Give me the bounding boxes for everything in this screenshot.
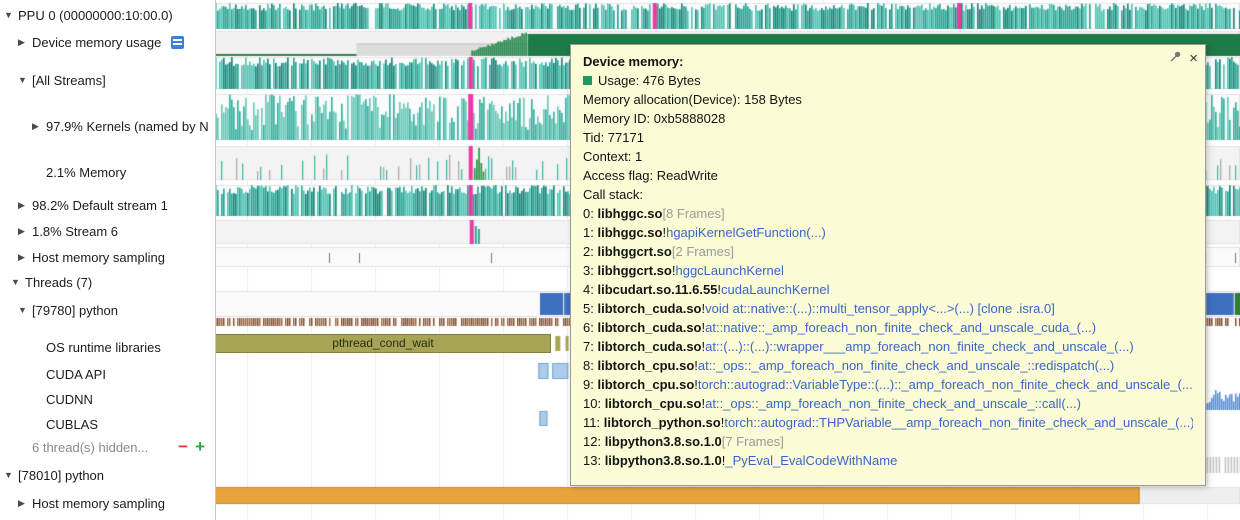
call-stack-frame: 2: libhggcrt.so[2 Frames] <box>583 244 734 259</box>
sidebar-item-label: [All Streams] <box>32 72 106 88</box>
sidebar-item-label: OS runtime libraries <box>46 339 161 355</box>
sidebar-item-ppu-0-00000000-10-00-0[interactable]: ▼ PPU 0 (00000000:10:00.0) <box>0 6 215 24</box>
call-stack-function-link[interactable]: torch::autograd::VariableType::(...)::_a… <box>698 377 1193 392</box>
sidebar-item-label: CUBLAS <box>46 416 99 432</box>
sidebar-item-2-1-memory[interactable]: 2.1% Memory <box>0 163 215 181</box>
sidebar-item-host-memory-sampling[interactable]: ▶ Host memory sampling <box>0 248 215 266</box>
usage-text: Usage: 476 Bytes <box>598 73 701 88</box>
call-stack-frame: 12: libpython3.8.so.1.0[7 Frames] <box>583 434 784 449</box>
sidebar-item-79780-python[interactable]: ▼ [79780] python <box>0 301 215 319</box>
sidebar-item-os-runtime-libraries[interactable]: OS runtime libraries <box>0 338 215 356</box>
call-stack-function-link[interactable]: hgapiKernelGetFunction(...) <box>666 225 826 240</box>
chevron-right-icon[interactable]: ▶ <box>18 226 32 237</box>
sidebar-item-cudnn[interactable]: CUDNN <box>0 390 215 408</box>
call-stack-function-link[interactable]: void at::native::(...)::multi_tensor_app… <box>705 301 1055 316</box>
sidebar-item-label: PPU 0 (00000000:10:00.0) <box>18 7 173 23</box>
os-runtime-event-pthread-cond-wait[interactable]: pthread_cond_wait <box>215 334 551 353</box>
sidebar-item-label: CUDNN <box>46 391 93 407</box>
call-stack-frame: 3: libhggcrt.so!hggcLaunchKernel <box>583 263 784 278</box>
call-stack-frame: 13: libpython3.8.so.1.0!_PyEval_EvalCode… <box>583 453 898 468</box>
sidebar-item-label: 1.8% Stream 6 <box>32 223 118 239</box>
call-stack-frame: 9: libtorch_cpu.so!torch::autograd::Vari… <box>583 375 1193 394</box>
timeline-sidebar: ▼ PPU 0 (00000000:10:00.0) ▶ Device memory … <box>0 0 216 520</box>
tooltip-field: Memory allocation(Device): 158 Bytes <box>583 92 802 107</box>
tooltip-field: Memory ID: 0xb5888028 <box>583 111 726 126</box>
call-stack-frame: 0: libhggc.so[8 Frames] <box>583 206 725 221</box>
call-stack-frame: 1: libhggc.so!hgapiKernelGetFunction(...… <box>583 225 826 240</box>
sidebar-item-threads-7[interactable]: ▼ Threads (7) <box>0 273 215 291</box>
call-stack-function-link[interactable]: at::_ops::_amp_foreach_non_finite_check_… <box>698 358 1114 373</box>
chevron-down-icon[interactable]: ▼ <box>4 10 18 20</box>
sidebar-item-label: Host memory sampling <box>32 249 165 265</box>
call-stack-frame: 10: libtorch_cpu.so!at::_ops::_amp_forea… <box>583 396 1081 411</box>
sidebar-item-device-memory-usage[interactable]: ▶ Device memory usage <box>0 33 215 51</box>
sidebar-item-host-memory-sampling[interactable]: ▶ Host memory sampling <box>0 494 215 512</box>
tooltip-fields: Memory allocation(Device): 158 Bytes Memo… <box>583 90 1193 185</box>
show-thread-button[interactable]: + <box>195 438 205 456</box>
profiler-timeline-view: pthread_cond_wait ▼ PPU 0 (00000000:10:00… <box>0 0 1240 520</box>
chevron-down-icon[interactable]: ▼ <box>11 277 25 287</box>
tooltip-field: Access flag: ReadWrite <box>583 168 718 183</box>
sidebar-item-label: 98.2% Default stream 1 <box>32 197 168 213</box>
call-stack-frame: 5: libtorch_cuda.so!void at::native::(..… <box>583 301 1055 316</box>
sidebar-item-label: 97.9% Kernels (named by N <box>46 118 209 134</box>
chevron-down-icon[interactable]: ▼ <box>4 470 18 480</box>
tooltip-title: Device memory: <box>583 54 684 69</box>
call-stack-function-link[interactable]: cudaLaunchKernel <box>721 282 829 297</box>
tooltip-field: Tid: 77171 <box>583 130 644 145</box>
call-stack-function-link[interactable]: at::_ops::_amp_foreach_non_finite_check_… <box>705 396 1081 411</box>
chevron-right-icon[interactable]: ▶ <box>18 498 32 509</box>
call-stack-frame: 6: libtorch_cuda.so!at::native::_amp_for… <box>583 320 1097 335</box>
tooltip-controls: × <box>1169 50 1198 66</box>
call-stack-function-link[interactable]: at::native::_amp_foreach_non_finite_chec… <box>705 320 1096 335</box>
sidebar-item-label: Host memory sampling <box>32 495 165 511</box>
chevron-right-icon[interactable]: ▶ <box>18 252 32 263</box>
call-stack-frame: 4: libcudart.so.11.6.55!cudaLaunchKernel <box>583 282 830 297</box>
close-icon[interactable]: × <box>1189 51 1198 66</box>
chart-view-icon[interactable] <box>171 35 185 49</box>
sidebar-item-98-2-default-stream-1[interactable]: ▶ 98.2% Default stream 1 <box>0 196 215 214</box>
sidebar-item-label: 2.1% Memory <box>46 164 127 180</box>
os-runtime-event-label: pthread_cond_wait <box>332 336 434 350</box>
call-stack-function-link[interactable]: torch::autograd::THPVariable__amp_foreac… <box>724 415 1193 430</box>
usage-color-swatch <box>583 76 592 85</box>
sidebar-item-label: 6 thread(s) hidden... <box>32 439 149 455</box>
sidebar-item-all-streams[interactable]: ▼ [All Streams] <box>0 71 215 89</box>
frame-count: [8 Frames] <box>662 206 725 221</box>
tooltip-field: Context: 1 <box>583 149 643 164</box>
chevron-right-icon[interactable]: ▶ <box>18 200 32 211</box>
sidebar-item-label: CUDA API <box>46 366 106 382</box>
call-stack-function-link[interactable]: hggcLaunchKernel <box>675 263 783 278</box>
device-memory-tooltip: × Device memory: Usage: 476 Bytes Memory… <box>570 44 1206 486</box>
sidebar-item-78010-python[interactable]: ▼ [78010] python <box>0 466 215 484</box>
chevron-right-icon[interactable]: ▶ <box>18 37 32 48</box>
sidebar-item-cublas[interactable]: CUBLAS <box>0 415 215 433</box>
call-stack-frame: 7: libtorch_cuda.so!at::(...)::(...)::wr… <box>583 339 1134 354</box>
hide-thread-button[interactable]: − <box>178 438 188 456</box>
frame-count: [7 Frames] <box>721 434 784 449</box>
sidebar-item-1-8-stream-6[interactable]: ▶ 1.8% Stream 6 <box>0 222 215 240</box>
call-stack-frame: 11: libtorch_python.so!torch::autograd::… <box>583 415 1193 430</box>
pin-icon[interactable] <box>1169 50 1182 66</box>
tooltip-usage-line: Usage: 476 Bytes <box>583 71 1193 90</box>
sidebar-item-label: Device memory usage <box>32 34 162 50</box>
call-stack-function-link[interactable]: _PyEval_EvalCodeWithName <box>725 453 897 468</box>
frame-count: [2 Frames] <box>671 244 734 259</box>
call-stack-label: Call stack: <box>583 187 643 202</box>
sidebar-item-label: [78010] python <box>18 467 105 483</box>
sidebar-item-97-9-kernels-named-by-n[interactable]: ▶ 97.9% Kernels (named by N <box>0 117 215 135</box>
call-stack-function-link[interactable]: at::(...)::(...)::wrapper___amp_foreach_… <box>705 339 1134 354</box>
call-stack-list: 0: libhggc.so[8 Frames] 1: libhggc.so!hga… <box>583 204 1193 470</box>
chevron-down-icon[interactable]: ▼ <box>18 75 32 85</box>
sidebar-item-6-thread-s-hidden[interactable]: 6 thread(s) hidden... − + <box>0 438 215 456</box>
sidebar-item-cuda-api[interactable]: CUDA API <box>0 365 215 383</box>
chevron-right-icon[interactable]: ▶ <box>32 121 46 132</box>
sidebar-item-label: [79780] python <box>32 302 119 318</box>
call-stack-frame: 8: libtorch_cpu.so!at::_ops::_amp_foreac… <box>583 358 1115 373</box>
sidebar-item-label: Threads (7) <box>25 274 93 290</box>
chevron-down-icon[interactable]: ▼ <box>18 305 32 315</box>
